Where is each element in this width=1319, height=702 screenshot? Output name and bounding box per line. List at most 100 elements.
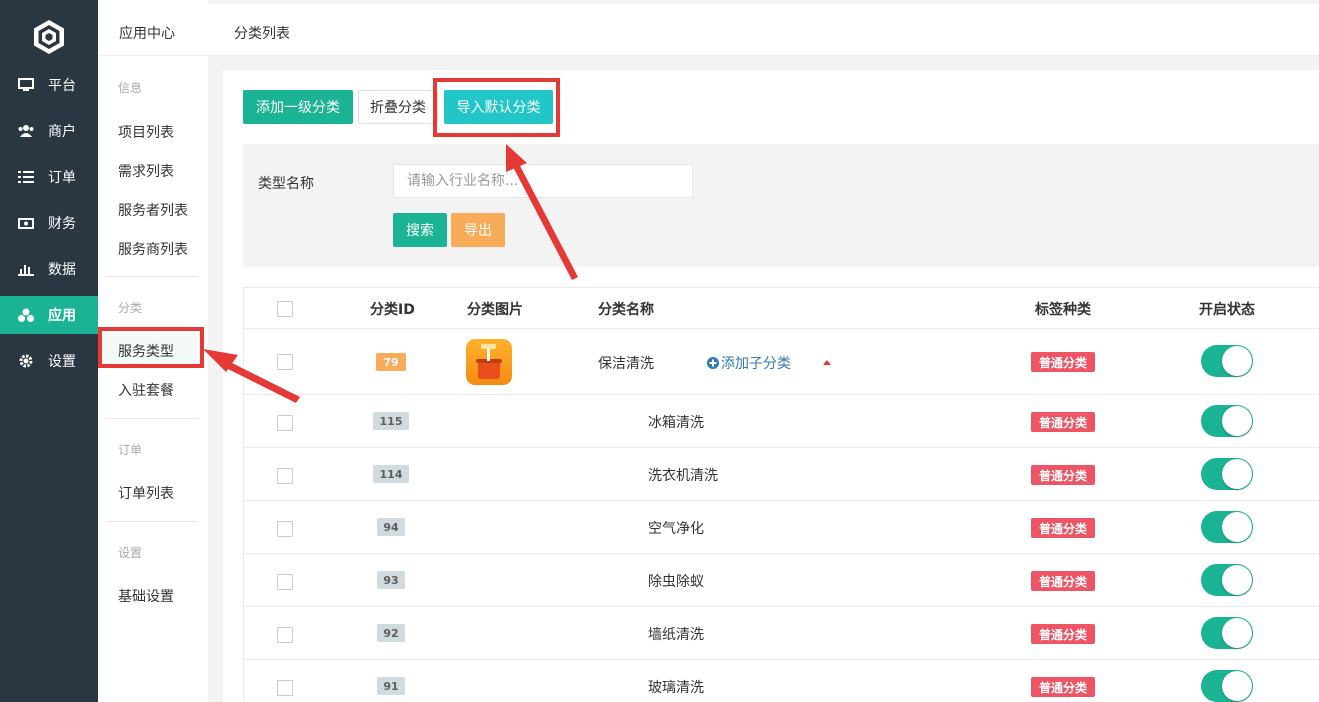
plus-circle-icon [707, 357, 719, 369]
row-checkbox[interactable] [277, 354, 293, 370]
category-name: 玻璃清洗 [648, 680, 704, 696]
nav-item-settings[interactable]: 设置 [0, 342, 98, 380]
status-toggle[interactable] [1201, 670, 1253, 702]
main-nav: 平台 商户 订单 财务 数据 应用 设置 [0, 0, 98, 702]
category-id: 115 [373, 412, 409, 430]
row-checkbox[interactable] [277, 574, 293, 590]
header-status: 开启状态 [1199, 302, 1255, 318]
fold-category-button[interactable]: 折叠分类 [358, 90, 438, 124]
divider [106, 521, 198, 522]
sub-nav: 信息 项目列表 需求列表 服务者列表 服务商列表 分类 服务类型 入驻套餐 订单… [98, 0, 208, 702]
header-name: 分类名称 [598, 302, 654, 318]
search-input[interactable] [393, 164, 693, 198]
category-name: 墙纸清洗 [648, 627, 704, 643]
header-id: 分类ID [370, 302, 415, 318]
category-id: 91 [377, 677, 405, 695]
tag-badge: 普通分类 [1031, 624, 1095, 644]
sublink-basic-settings[interactable]: 基础设置 [118, 586, 174, 606]
monitor-icon [17, 78, 35, 92]
table-row: 114 洗衣机清洗 普通分类 [244, 448, 1319, 501]
nav-label: 平台 [48, 78, 76, 94]
nav-label: 财务 [48, 216, 76, 232]
nav-label: 数据 [48, 262, 76, 278]
subnav-header: 应用中心 [98, 4, 208, 56]
filter-label: 类型名称 [258, 176, 314, 192]
users-icon [17, 124, 35, 138]
header-image: 分类图片 [467, 302, 523, 318]
tag-badge: 普通分类 [1031, 518, 1095, 538]
status-toggle[interactable] [1201, 511, 1253, 543]
cubes-icon [17, 308, 35, 322]
category-name: 空气净化 [648, 521, 704, 537]
status-toggle[interactable] [1201, 345, 1253, 377]
category-id: 114 [373, 465, 409, 483]
sublink-vendor-list[interactable]: 服务商列表 [118, 239, 188, 259]
nav-label: 设置 [48, 354, 76, 370]
tag-badge: 普通分类 [1031, 677, 1095, 697]
cleaning-bucket-icon [476, 344, 502, 379]
row-checkbox[interactable] [277, 627, 293, 643]
sublink-demand-list[interactable]: 需求列表 [118, 161, 174, 181]
table-row: 92 墙纸清洗 普通分类 [244, 607, 1319, 660]
sublink-order-list[interactable]: 订单列表 [118, 483, 174, 503]
logo-icon [34, 20, 64, 54]
tag-badge: 普通分类 [1031, 412, 1095, 432]
subnav-title: 应用中心 [119, 26, 175, 42]
table-row: 91 玻璃清洗 普通分类 [244, 660, 1319, 702]
category-id: 94 [377, 518, 405, 536]
section-heading: 信息 [118, 81, 143, 95]
status-toggle[interactable] [1201, 564, 1253, 596]
section-heading: 订单 [118, 443, 143, 457]
header-tag: 标签种类 [1035, 302, 1091, 318]
add-subcategory-link[interactable]: 添加子分类 [707, 353, 791, 373]
category-name: 除虫除蚁 [648, 574, 704, 590]
table-row: 115 冰箱清洗 普通分类 [244, 395, 1319, 448]
row-checkbox[interactable] [277, 415, 293, 431]
sublink-service-type[interactable]: 服务类型 [118, 341, 174, 361]
row-checkbox[interactable] [277, 521, 293, 537]
search-button[interactable]: 搜索 [393, 213, 447, 247]
status-toggle[interactable] [1201, 458, 1253, 490]
add-subcategory-label: 添加子分类 [721, 356, 791, 372]
nav-item-data[interactable]: 数据 [0, 250, 98, 288]
sublink-project-list[interactable]: 项目列表 [118, 122, 174, 142]
nav-label: 订单 [48, 170, 76, 186]
filter-panel [243, 144, 1319, 267]
export-button[interactable]: 导出 [451, 213, 505, 247]
select-all-checkbox[interactable] [277, 301, 293, 317]
list-icon [17, 170, 35, 184]
row-checkbox[interactable] [277, 468, 293, 484]
top-bar: 分类列表 [208, 4, 1319, 56]
bar-chart-icon [17, 262, 35, 276]
nav-item-merchant[interactable]: 商户 [0, 112, 98, 150]
nav-item-apps[interactable]: 应用 [0, 296, 98, 334]
category-name: 洗衣机清洗 [648, 468, 718, 484]
sublink-join-package[interactable]: 入驻套餐 [118, 380, 174, 400]
nav-label: 应用 [48, 308, 76, 324]
status-toggle[interactable] [1201, 617, 1253, 649]
tag-badge: 普通分类 [1031, 352, 1095, 372]
category-name: 冰箱清洗 [648, 415, 704, 431]
nav-item-finance[interactable]: 财务 [0, 204, 98, 242]
table-header: 分类ID 分类图片 分类名称 标签种类 开启状态 [244, 288, 1319, 329]
tag-badge: 普通分类 [1031, 571, 1095, 591]
row-checkbox[interactable] [277, 680, 293, 696]
table-row: 79 保洁清洗 添加子分类 普通分类 [244, 329, 1319, 395]
divider [106, 418, 198, 419]
divider [106, 276, 198, 277]
category-id: 92 [377, 624, 405, 642]
category-table: 分类ID 分类图片 分类名称 标签种类 开启状态 79 保洁清洗 添加子分类 普… [243, 287, 1319, 702]
nav-item-orders[interactable]: 订单 [0, 158, 98, 196]
breadcrumb: 分类列表 [234, 26, 290, 42]
money-icon [17, 216, 35, 230]
section-heading: 设置 [118, 546, 143, 560]
section-heading: 分类 [118, 301, 143, 315]
category-id: 79 [376, 353, 406, 371]
status-toggle[interactable] [1201, 405, 1253, 437]
add-category-button[interactable]: 添加一级分类 [243, 90, 353, 124]
nav-label: 商户 [48, 124, 76, 140]
table-row: 93 除虫除蚁 普通分类 [244, 554, 1319, 607]
nav-item-platform[interactable]: 平台 [0, 66, 98, 104]
sublink-provider-list[interactable]: 服务者列表 [118, 200, 188, 220]
collapse-caret-icon[interactable] [823, 360, 831, 365]
